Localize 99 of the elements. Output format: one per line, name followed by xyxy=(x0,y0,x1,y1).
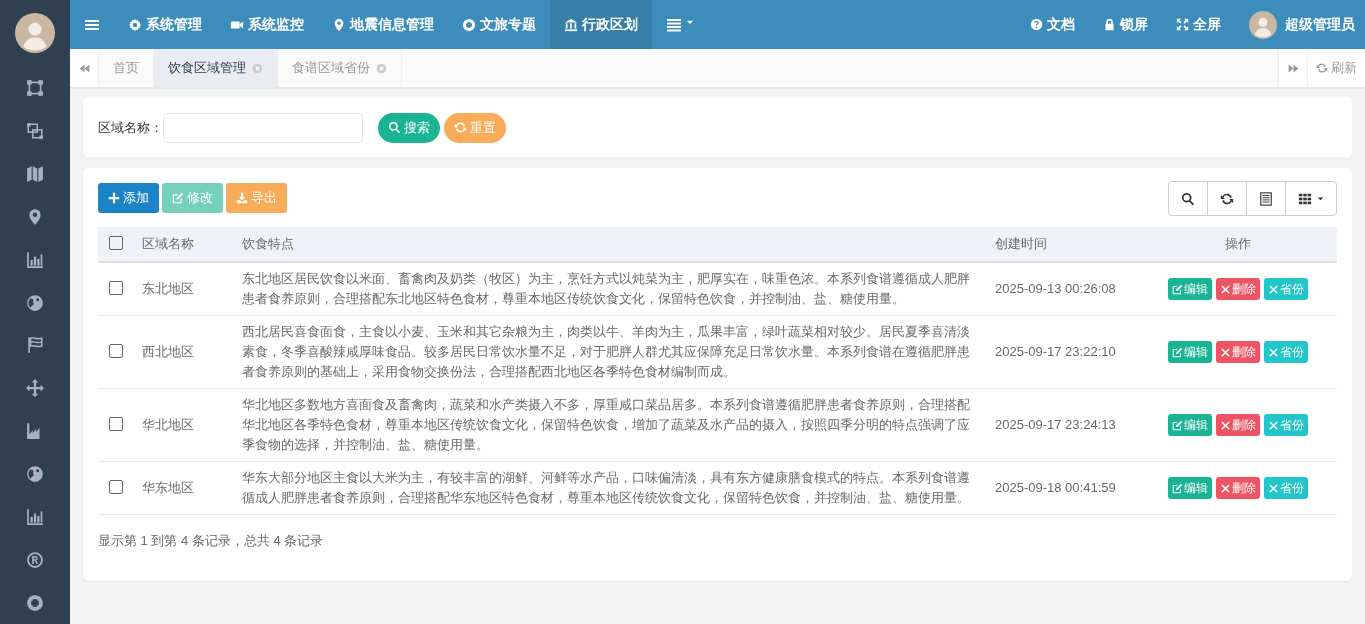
table-cell: 华北地区多数地方喜面食及畜禽肉，蔬菜和水产类摄入不多，厚重咸口菜品居多。本系列食谱遵循肥胖患者食养原则，合理搭配华北地区各季特色食材，尊重本地区传统饮食文化，保留特色饮食，增加了蔬菜及水产品的摄入，按照四季分明的特点强调了应季食物的选择，并控制油、盐、糖使用量。 xyxy=(232,388,985,462)
table-cell: 华东大部分地区主食以大米为主，有较丰富的湖鲜、河鲜等水产品，口味偏清淡，具有东方健康膳食模式的特点。本系列食谱遵循成人肥胖患者食养原则，合理搭配华东地区特色食材，尊重本地区传统饮食文化，保留特色饮食，并控制油、盐、糖使用量。 xyxy=(232,461,985,515)
location-pin-icon[interactable] xyxy=(26,207,44,226)
lifebuoy-icon xyxy=(462,17,476,32)
column-header: 操作 xyxy=(1139,227,1337,262)
edit-icon xyxy=(1172,482,1183,494)
table-cell: 东北地区居民饮食以米面、畜禽肉及奶类（牧区）为主，烹饪方式以炖菜为主，肥厚实在，味重色浓。本系列食谱遵循成人肥胖患者食养原则，合理搭配东北地区特色食材，尊重本地区传统饮食文化，保留特色饮食，并控制油、盐、糖使用量。 xyxy=(232,262,985,316)
x-icon xyxy=(1220,346,1231,358)
province-button[interactable]: 省份 xyxy=(1264,341,1308,363)
nav-link[interactable]: 文档 xyxy=(1016,0,1089,49)
edit-button[interactable]: 编辑 xyxy=(1168,414,1212,436)
pagination-info: 显示第 1 到第 4 条记录，总共 4 条记录 xyxy=(98,532,325,550)
x-icon xyxy=(1220,283,1231,295)
scroll-right-button[interactable] xyxy=(1278,49,1307,87)
nav-menu-item[interactable]: 系统监控 xyxy=(216,0,318,49)
nav-menu-item[interactable]: 系统管理 xyxy=(114,0,216,49)
lock-icon xyxy=(1103,18,1116,31)
field-label: 区域名称： xyxy=(98,118,163,137)
checkbox[interactable] xyxy=(109,343,123,358)
province-button[interactable]: 省份 xyxy=(1264,477,1308,499)
page-tab[interactable]: 食谱区域省份 xyxy=(278,49,402,87)
checkbox[interactable] xyxy=(109,280,123,295)
delete-button[interactable]: 删除 xyxy=(1216,341,1260,363)
checkbox[interactable] xyxy=(109,235,123,250)
table-cell: 华东地区 xyxy=(132,461,232,515)
edit-icon xyxy=(1172,419,1183,431)
fullscreen-icon xyxy=(1176,18,1189,31)
frame-icon[interactable] xyxy=(26,79,44,98)
globe-icon[interactable] xyxy=(26,293,44,312)
table-cell: 东北地区 xyxy=(132,262,232,316)
edit-icon xyxy=(1172,283,1183,295)
reset-button[interactable]: 重置 xyxy=(444,112,506,143)
frames-icon[interactable] xyxy=(26,122,44,141)
list-icon xyxy=(1259,191,1273,206)
column-header: 区域名称 xyxy=(132,227,232,262)
nav-menu-item[interactable]: 行政区划 xyxy=(550,0,652,49)
table-cell: 2025-09-17 23:22:10 xyxy=(985,315,1139,389)
bar-chart-icon[interactable] xyxy=(26,250,44,269)
delete-button[interactable]: 删除 xyxy=(1216,477,1260,499)
plus-icon xyxy=(108,191,120,204)
x-icon xyxy=(1268,482,1279,494)
table-cell: 2025-09-17 23:24:13 xyxy=(985,388,1139,462)
grid-icon xyxy=(1297,191,1312,206)
double-left-arrow-icon xyxy=(77,61,91,75)
x-icon xyxy=(1268,419,1279,431)
x-icon xyxy=(1268,346,1279,358)
checkbox[interactable] xyxy=(109,416,123,431)
delete-button[interactable]: 删除 xyxy=(1216,414,1260,436)
table-cell: 2025-09-13 00:26:08 xyxy=(985,262,1139,316)
user-name[interactable]: 超级管理员 xyxy=(1285,15,1355,34)
table-cell: 华北地区 xyxy=(132,388,232,462)
nav-link[interactable]: 锁屏 xyxy=(1089,0,1162,49)
map-icon[interactable] xyxy=(26,165,44,184)
avatar-icon[interactable] xyxy=(15,13,55,53)
edit-button[interactable]: 编辑 xyxy=(1168,278,1212,300)
refresh-icon xyxy=(454,121,467,134)
search-icon xyxy=(1181,191,1195,206)
page-tab[interactable]: 饮食区域管理 xyxy=(154,49,278,87)
region-name-input[interactable] xyxy=(163,112,363,143)
gear-icon xyxy=(128,17,142,32)
lifebuoy-icon[interactable] xyxy=(26,593,44,612)
location-pin-icon xyxy=(332,17,346,32)
search-button[interactable]: 搜索 xyxy=(378,112,440,143)
table-cell: 西北地区 xyxy=(132,315,232,389)
table-cell: 西北居民喜食面食，主食以小麦、玉米和其它杂粮为主，肉类以牛、羊肉为主，瓜果丰富，绿叶蔬菜相对较少。居民夏季喜清淡素食，冬季喜酸辣咸厚味食品。较多居民日常饮水量不足，对于肥胖人群尤其应保障充足日常饮水量。本系列食谱在遵循肥胖患者食养原则的基础上，采用食物交换份法，合理搭配西北地区各季特色食材编制而成。 xyxy=(232,315,985,389)
province-button[interactable]: 省份 xyxy=(1264,414,1308,436)
column-header: 创建时间 xyxy=(985,227,1139,262)
scroll-left-button[interactable] xyxy=(70,49,99,87)
bank-icon xyxy=(564,17,578,32)
caret-icon xyxy=(1315,194,1325,203)
refresh-icon xyxy=(1220,191,1234,206)
nav-link[interactable]: 全屏 xyxy=(1162,0,1235,49)
bar-chart-icon[interactable] xyxy=(26,507,44,526)
province-button[interactable]: 省份 xyxy=(1264,278,1308,300)
nav-menu-item[interactable]: 地震信息管理 xyxy=(318,0,448,49)
export-button[interactable]: 导出 xyxy=(226,182,287,213)
nav-menu-item[interactable]: 文旅专题 xyxy=(448,0,550,49)
registered-icon[interactable] xyxy=(26,550,44,569)
refresh-icon xyxy=(1316,62,1328,74)
edit-icon xyxy=(1172,346,1183,358)
column-header: 饮食特点 xyxy=(232,227,985,262)
move-icon[interactable] xyxy=(26,379,44,398)
delete-button[interactable]: 删除 xyxy=(1216,278,1260,300)
download-icon xyxy=(236,191,248,204)
checkbox[interactable] xyxy=(109,479,123,494)
search-icon xyxy=(388,121,401,134)
x-icon xyxy=(1220,419,1231,431)
flag-icon[interactable] xyxy=(26,336,44,355)
edit-button[interactable]: 编辑 xyxy=(1168,341,1212,363)
table-cell: 2025-09-18 00:41:59 xyxy=(985,461,1139,515)
globe-icon[interactable] xyxy=(26,465,44,483)
x-icon xyxy=(1220,482,1231,494)
refresh-button[interactable]: 刷新 xyxy=(1307,49,1365,87)
add-button[interactable]: 添加 xyxy=(98,182,159,213)
edit-icon xyxy=(172,191,184,204)
more-menu-icon[interactable] xyxy=(666,16,695,33)
x-icon xyxy=(1268,283,1279,295)
help-icon xyxy=(1030,18,1043,31)
edit-button[interactable]: 编辑 xyxy=(1168,477,1212,499)
